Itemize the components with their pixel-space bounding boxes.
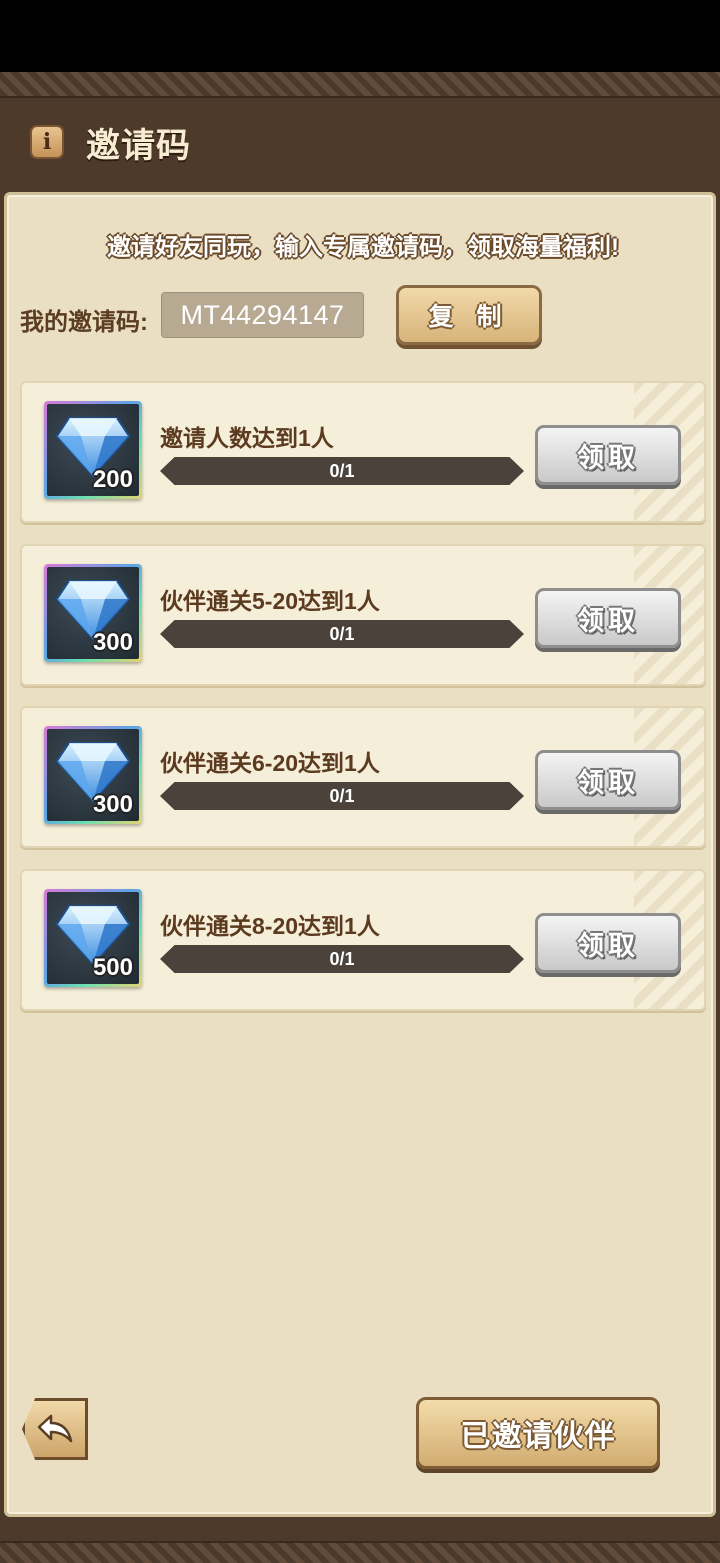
copy-button[interactable]: 复 制 bbox=[396, 285, 542, 345]
claim-button[interactable]: 领取 bbox=[535, 588, 681, 648]
progress-bar: 0/1 bbox=[160, 620, 524, 648]
info-icon[interactable]: i bbox=[30, 125, 64, 159]
task-title: 伙伴通关6-20达到1人 bbox=[160, 750, 380, 776]
task-title: 邀请人数达到1人 bbox=[160, 425, 334, 451]
progress-text: 0/1 bbox=[329, 948, 355, 969]
reward-item[interactable]: 300 bbox=[44, 726, 142, 824]
task-title: 伙伴通关8-20达到1人 bbox=[160, 913, 380, 939]
reward-item[interactable]: 300 bbox=[44, 564, 142, 662]
reward-count: 300 bbox=[92, 791, 133, 818]
claim-button[interactable]: 领取 bbox=[535, 913, 681, 973]
app-frame: i 邀请码 邀请好友同玩，输入专属邀请码，领取海量福利! 我的邀请码: MT44… bbox=[0, 72, 720, 1563]
reward-count: 300 bbox=[92, 629, 133, 656]
back-arrow-icon bbox=[37, 1414, 73, 1443]
top-pattern-strip bbox=[0, 72, 720, 98]
status-bar bbox=[0, 0, 720, 72]
progress-text: 0/1 bbox=[329, 623, 355, 644]
progress-bar: 0/1 bbox=[160, 457, 524, 485]
task-title: 伙伴通关5-20达到1人 bbox=[160, 588, 380, 614]
reward-count: 200 bbox=[92, 466, 133, 493]
progress-text: 0/1 bbox=[329, 785, 355, 806]
invited-partners-button[interactable]: 已邀请伙伴 bbox=[416, 1397, 660, 1469]
claim-button[interactable]: 领取 bbox=[535, 750, 681, 810]
task-row: 300 伙伴通关6-20达到1人 0/1 领取 bbox=[20, 706, 706, 848]
task-row: 500 伙伴通关8-20达到1人 0/1 领取 bbox=[20, 869, 706, 1011]
invite-code-label: 我的邀请码: bbox=[20, 309, 148, 336]
invite-panel: 邀请好友同玩，输入专属邀请码，领取海量福利! 我的邀请码: MT44294147… bbox=[4, 192, 716, 1517]
reward-item[interactable]: 200 bbox=[44, 401, 142, 499]
bottom-pattern-strip bbox=[0, 1541, 720, 1563]
progress-text: 0/1 bbox=[329, 460, 355, 481]
progress-bar: 0/1 bbox=[160, 945, 524, 973]
reward-count: 500 bbox=[92, 954, 133, 981]
page-title: 邀请码 bbox=[86, 127, 191, 165]
reward-item[interactable]: 500 bbox=[44, 889, 142, 987]
back-button[interactable] bbox=[22, 1398, 88, 1460]
task-row: 300 伙伴通关5-20达到1人 0/1 领取 bbox=[20, 544, 706, 686]
task-row: 200 邀请人数达到1人 0/1 领取 bbox=[20, 381, 706, 523]
claim-button[interactable]: 领取 bbox=[535, 425, 681, 485]
progress-bar: 0/1 bbox=[160, 782, 524, 810]
intro-text: 邀请好友同玩，输入专属邀请码，领取海量福利! bbox=[107, 234, 619, 261]
invite-code-field[interactable]: MT44294147 bbox=[161, 292, 364, 338]
